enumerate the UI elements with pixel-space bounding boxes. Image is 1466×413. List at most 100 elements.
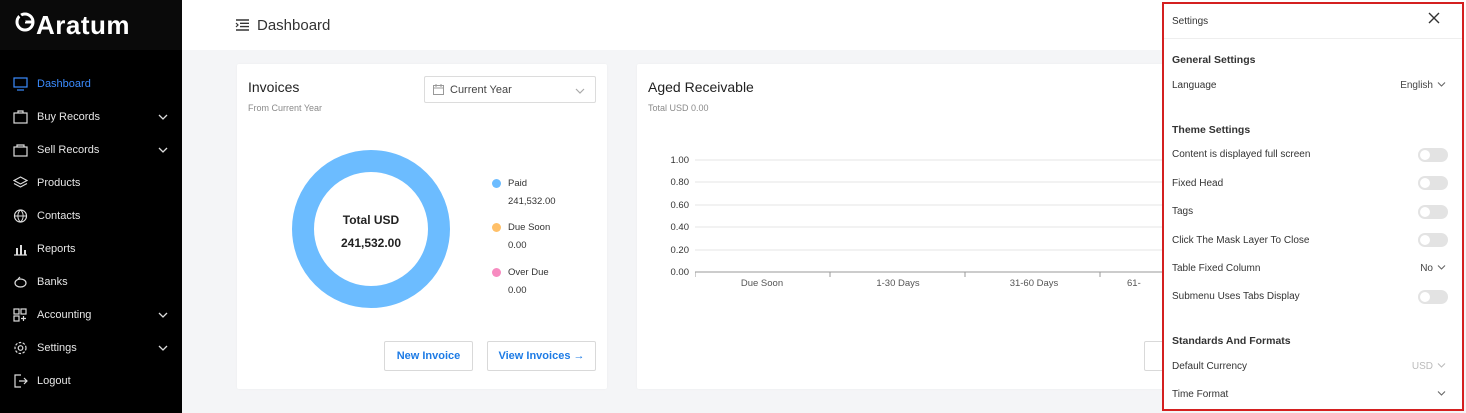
logo-mark-icon [15,11,35,39]
calendar-icon [433,84,444,95]
x-tick-label: Due Soon [740,278,784,289]
app-logo-text: Aratum [36,9,131,40]
drawer-title: Settings [1172,15,1209,27]
legend-paid: Paid [492,178,527,189]
language-select[interactable]: English [1400,80,1446,91]
general-settings-title: General Settings [1172,54,1256,66]
sidebar-item-label: Accounting [37,308,92,321]
mask-close-toggle[interactable] [1418,233,1448,247]
drawer-header: Settings [1164,4,1462,39]
legend-value-due-soon: 0.00 [508,240,527,251]
sidebar: Aratum Dashboard Buy Records Sell Record… [0,0,182,413]
new-invoice-button[interactable]: New Invoice [384,341,473,371]
invoices-subtitle: From Current Year [248,103,323,113]
chevron-down-icon [1437,263,1446,274]
aged-action-button[interactable] [1144,341,1164,371]
piggy-bank-icon [12,274,28,290]
sidebar-item-label: Reports [37,242,76,255]
legend-dot-paid [492,179,501,188]
legend-due-soon: Due Soon [492,222,550,233]
close-icon[interactable] [1428,12,1442,26]
time-format-select[interactable] [1433,389,1446,400]
theme-settings-title: Theme Settings [1172,124,1251,136]
fixed-head-label: Fixed Head [1172,178,1224,189]
chevron-down-icon [575,86,585,98]
sidebar-item-buy-records[interactable]: Buy Records [0,100,182,133]
sidebar-item-sell-records[interactable]: Sell Records [0,133,182,166]
submenu-tabs-toggle[interactable] [1418,290,1448,304]
gear-icon [12,340,28,356]
aged-subtitle: Total USD 0.00 [648,103,709,113]
sidebar-item-label: Buy Records [37,110,100,123]
sidebar-item-dashboard[interactable]: Dashboard [0,67,182,100]
tags-label: Tags [1172,206,1194,217]
default-currency-select[interactable]: USD [1412,361,1446,372]
legend-value-over-due: 0.00 [508,285,527,296]
x-tick-label: 31-60 Days [1009,278,1059,289]
submenu-tabs-label: Submenu Uses Tabs Display [1172,291,1300,302]
full-screen-toggle[interactable] [1418,148,1448,162]
layers-icon [12,175,28,191]
logout-icon [12,373,28,389]
legend-dot-over-due [492,268,501,277]
full-screen-label: Content is displayed full screen [1172,149,1311,160]
y-tick-label: 0.80 [670,177,690,188]
table-fixed-column-value: No [1420,263,1433,274]
x-tick-label: 1-30 Days [876,278,920,289]
period-select-value: Current Year [450,83,512,96]
legend-dot-due-soon [492,223,501,232]
briefcase-icon [12,109,28,125]
aged-chart-grid [695,159,1185,277]
legend-over-due: Over Due [492,267,549,278]
grid-plus-icon [12,307,28,323]
bar-chart-icon [12,241,28,257]
sidebar-item-label: Contacts [37,209,81,222]
period-select[interactable]: Current Year [424,76,596,103]
sidebar-item-logout[interactable]: Logout [0,364,182,397]
y-tick-label: 0.20 [670,245,690,256]
time-format-label: Time Format [1172,389,1229,400]
page-title: Dashboard [257,16,331,34]
default-currency-value: USD [1411,361,1433,372]
language-label: Language [1172,80,1217,91]
tags-toggle[interactable] [1418,205,1448,219]
invoices-card: Invoices From Current Year Current Year … [237,64,607,389]
monitor-icon [12,76,28,92]
sidebar-item-products[interactable]: Products [0,166,182,199]
sidebar-item-banks[interactable]: Banks [0,265,182,298]
mask-close-label: Click The Mask Layer To Close [1172,235,1310,246]
menu-toggle-icon[interactable] [235,19,250,31]
donut-total-label: Total USD [342,213,400,227]
invoices-title: Invoices [248,79,300,95]
sidebar-item-contacts[interactable]: Contacts [0,199,182,232]
default-currency-label: Default Currency [1172,361,1248,372]
sidebar-item-label: Settings [37,341,77,354]
sidebar-item-accounting[interactable]: Accounting [0,298,182,331]
legend-value-paid: 241,532.00 [508,196,556,207]
chevron-down-icon [158,343,168,353]
sidebar-item-label: Logout [37,374,71,387]
language-value: English [1400,80,1433,91]
shopping-bag-icon [12,142,28,158]
app-logo[interactable]: Aratum [0,0,182,50]
standards-title: Standards And Formats [1172,335,1291,347]
sidebar-item-label: Products [37,176,81,189]
donut-total-value: 241,532.00 [340,236,402,250]
table-fixed-column-select[interactable]: No [1420,263,1446,274]
invoices-donut-chart [292,150,450,308]
sidebar-menu: Dashboard Buy Records Sell Records Produ… [0,67,182,397]
sidebar-item-label: Banks [37,275,68,288]
chevron-down-icon [158,310,168,320]
sidebar-item-settings[interactable]: Settings [0,331,182,364]
x-tick-label: 61- [1127,278,1141,289]
aged-title: Aged Receivable [648,79,754,95]
table-fixed-column-label: Table Fixed Column [1172,263,1261,274]
sidebar-item-reports[interactable]: Reports [0,232,182,265]
y-tick-label: 0.00 [670,267,690,278]
fixed-head-toggle[interactable] [1418,176,1448,190]
y-tick-label: 0.60 [670,200,690,211]
view-invoices-button[interactable]: View Invoices → [487,341,596,371]
legend-label: Over Due [508,267,549,278]
legend-label: Due Soon [508,222,551,233]
aged-receivable-card: Aged Receivable Total USD 0.00 1.00 0.80… [637,64,1185,389]
